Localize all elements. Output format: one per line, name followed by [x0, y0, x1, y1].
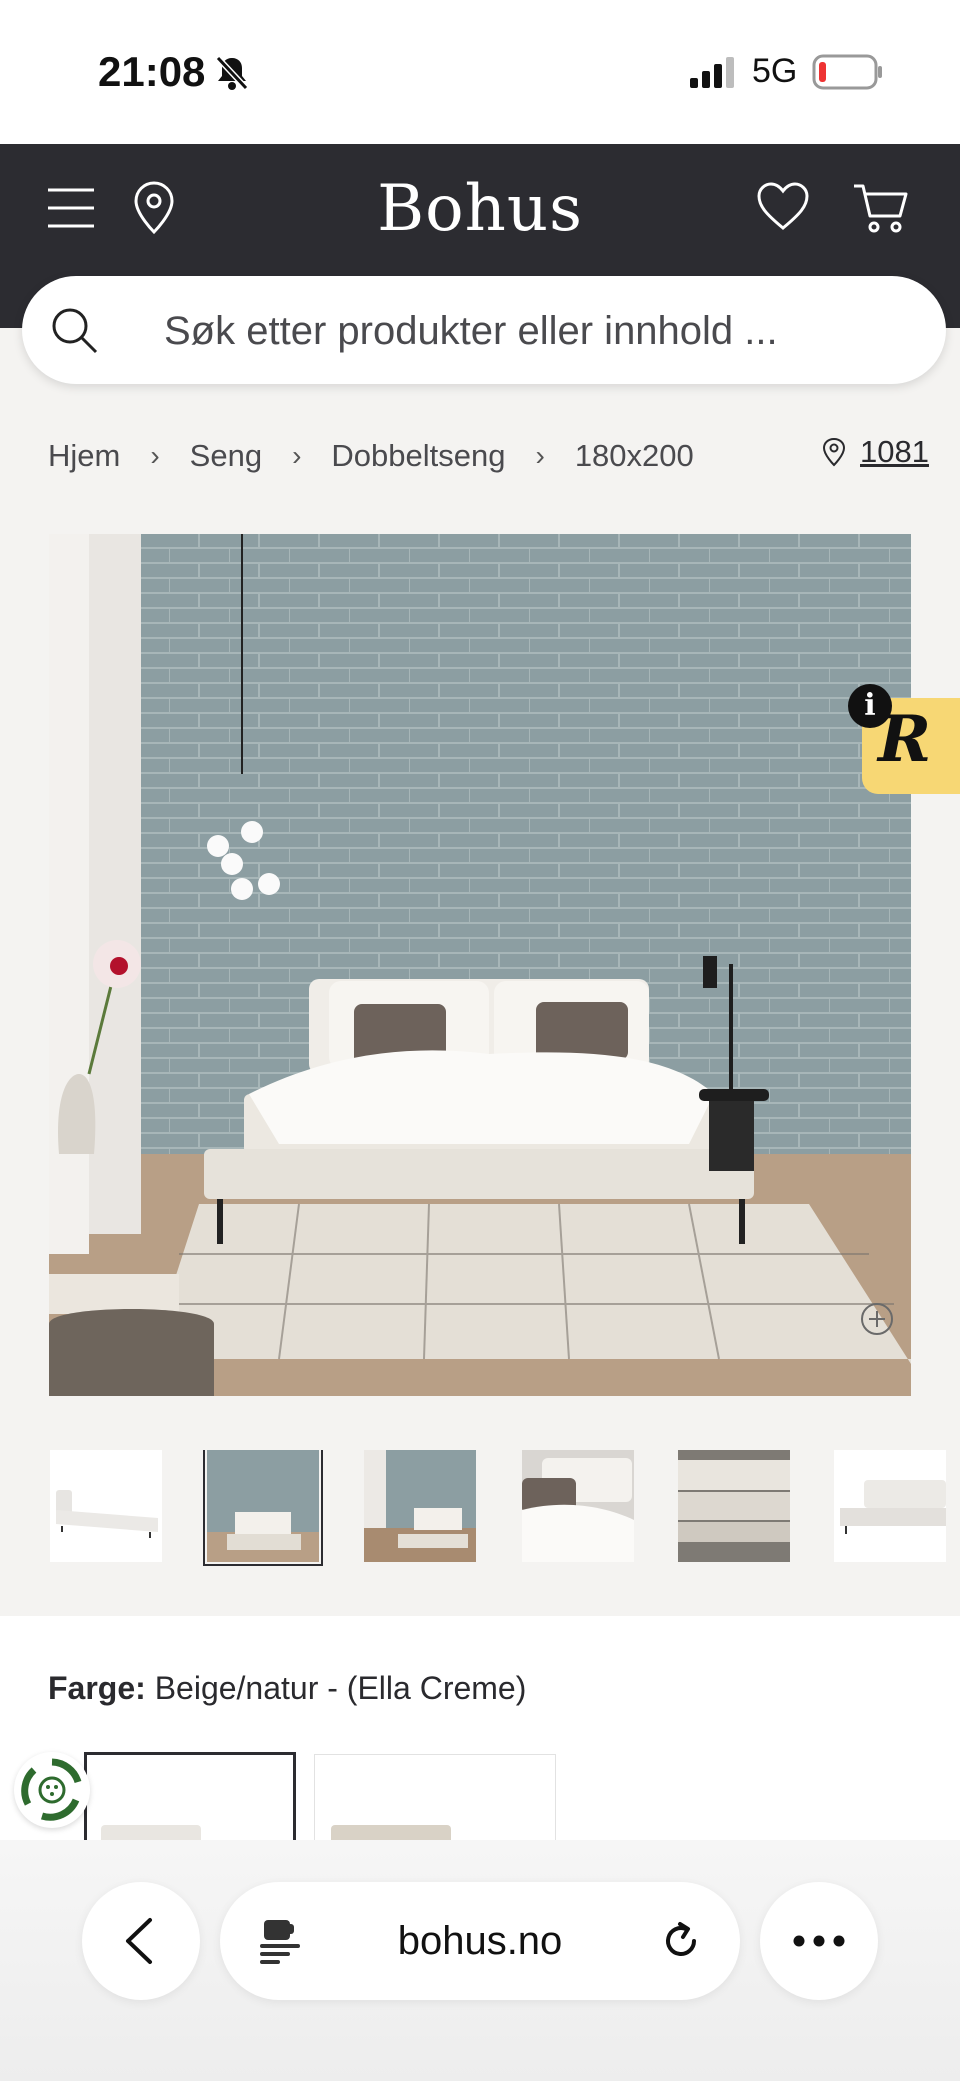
battery-icon [812, 54, 882, 90]
recycle-icon [21, 1758, 82, 1821]
breadcrumb: Hjem › Seng › Dobbeltseng › 180x200 [48, 436, 694, 476]
cart-icon[interactable] [852, 182, 910, 234]
status-bar: 21:08 5G [0, 0, 960, 144]
thumbnail-mattress-detail[interactable] [678, 1450, 790, 1562]
browser-toolbar: bohus.no [0, 1840, 960, 2081]
chevron-right-icon: › [535, 440, 545, 471]
signal-icon [690, 57, 734, 88]
search-input[interactable] [162, 276, 926, 386]
silent-bell-icon [215, 55, 249, 91]
status-time: 21:08 [98, 48, 206, 95]
heart-icon[interactable] [756, 182, 810, 232]
color-selection-label: Farge: Beige/natur - (Ella Creme) [48, 1670, 526, 1707]
color-value: Beige/natur - (Ella Creme) [154, 1670, 527, 1706]
search-icon [52, 308, 98, 354]
color-label: Farge: [48, 1670, 146, 1706]
site-logo[interactable]: Bohus [0, 172, 960, 246]
thumbnail-bed-side[interactable] [834, 1450, 946, 1562]
reload-icon[interactable] [660, 1920, 702, 1962]
store-number: 1081 [860, 434, 929, 469]
search-bar[interactable] [22, 276, 946, 386]
thumbnail-bedroom[interactable] [203, 1450, 323, 1566]
chevron-left-icon [126, 1918, 152, 1964]
more-button[interactable] [760, 1882, 878, 2000]
breadcrumb-dobbeltseng[interactable]: Dobbeltseng [331, 438, 505, 474]
thumbnail-room-wide[interactable] [364, 1450, 476, 1562]
thumbnail-strip [50, 1450, 960, 1566]
chevron-right-icon: › [150, 440, 160, 471]
more-dots-icon [793, 1935, 845, 1947]
network-type: 5G [752, 52, 798, 90]
address-bar[interactable]: bohus.no [220, 1882, 740, 2000]
breadcrumb-seng[interactable]: Seng [190, 438, 262, 474]
sustainability-badge[interactable] [14, 1752, 90, 1828]
info-icon[interactable]: i [848, 684, 892, 728]
thumbnail-pillows[interactable] [522, 1450, 634, 1562]
breadcrumb-home[interactable]: Hjem [48, 438, 120, 474]
product-main-image[interactable] [49, 534, 911, 1396]
bedroom-scene-image [49, 534, 911, 1396]
store-pin-icon [822, 437, 846, 467]
zoom-icon[interactable] [860, 1302, 894, 1336]
chevron-right-icon: › [292, 440, 302, 471]
thumbnail-bed-white[interactable] [50, 1450, 162, 1562]
breadcrumb-size[interactable]: 180x200 [575, 438, 694, 474]
back-button[interactable] [82, 1882, 200, 2000]
store-link[interactable]: 1081 [822, 434, 929, 470]
